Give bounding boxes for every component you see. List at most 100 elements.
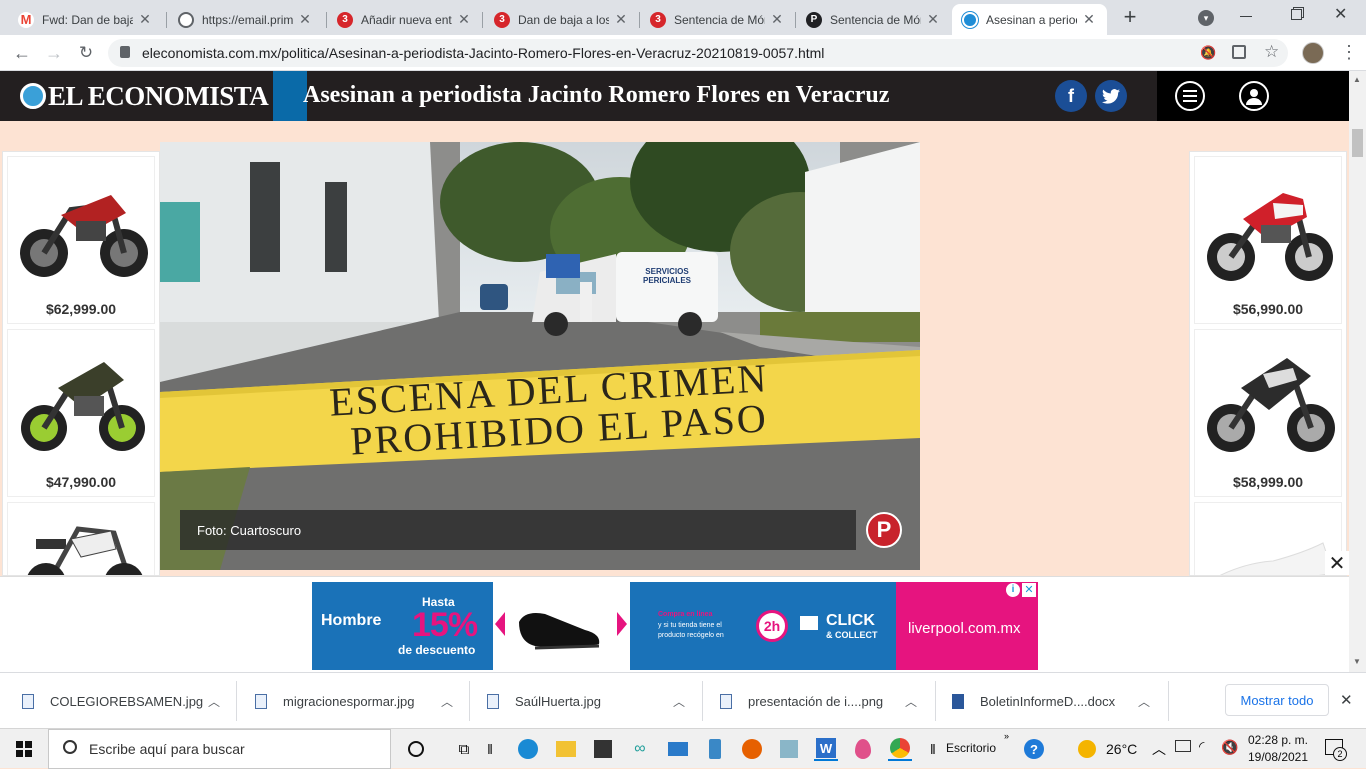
chevron-up-icon[interactable]: ︿ [441,693,453,710]
tab-gmail[interactable]: M Fwd: Dan de baja ✕ [8,4,163,35]
right-ad-column: $56,990.00 $58,999.00 [1189,151,1347,576]
minimize-icon[interactable] [1240,16,1252,17]
windows-start-icon[interactable] [12,737,36,761]
proceso-icon: 3 [494,11,510,28]
facebook-icon[interactable]: f [1055,80,1087,112]
close-tab-icon[interactable]: ✕ [613,11,629,28]
expand-toolbar-icon[interactable]: » [1004,731,1009,741]
menu-dots-icon[interactable]: ⋮ [1340,40,1358,64]
close-tab-icon[interactable]: ✕ [137,11,153,28]
store-icon [800,616,818,630]
ad-collect-label: & COLLECT [826,630,878,640]
download-item[interactable]: SaúlHuerta.jpg ︿ [487,681,701,721]
tab-search-icon[interactable]: ▾ [1198,10,1214,26]
cortana-icon[interactable] [404,737,428,761]
restore-icon[interactable] [1291,9,1302,20]
temperature-label[interactable]: 26°C [1106,741,1137,757]
close-downloads-icon[interactable]: ✕ [1340,691,1353,709]
back-icon[interactable]: ← [10,41,34,65]
address-bar[interactable]: eleconomista.com.mx/politica/Asesinan-a-… [108,39,1288,67]
close-tab-icon[interactable]: ✕ [1081,11,1097,28]
new-tab-button[interactable]: + [1118,6,1142,30]
close-tab-icon[interactable]: ✕ [769,11,785,28]
close-ad-icon[interactable]: ✕ [1325,551,1349,575]
forward-icon[interactable]: → [42,41,66,65]
ad-close-x-icon[interactable]: ✕ [1022,583,1036,597]
download-filename: COLEGIOREBSAMEN.jpg [50,693,204,709]
download-item[interactable]: COLEGIOREBSAMEN.jpg ︿ [22,681,236,721]
notes-app-icon[interactable] [777,737,801,761]
firefox-icon[interactable] [740,737,764,761]
phone-link-icon[interactable] [703,737,727,761]
liverpool-ad[interactable]: Hombre Hasta 15% de descuento Compra en … [312,582,1038,670]
file-explorer-icon[interactable] [554,737,578,761]
tab-sentencia-2[interactable]: P Sentencia de Món ✕ [796,4,951,35]
task-view-icon[interactable]: ⧉ [452,737,476,761]
user-account-icon[interactable] [1239,81,1269,111]
weather-sun-icon[interactable] [1075,737,1099,761]
download-item[interactable]: presentación de i....png ︿ [720,681,934,721]
reload-icon[interactable]: ↻ [74,41,98,65]
tab-email[interactable]: https://email.prim ✕ [168,4,323,35]
wifi-icon[interactable]: ◜ [1199,738,1204,755]
close-tab-icon[interactable]: ✕ [925,11,941,28]
droplet-app-icon[interactable] [851,737,875,761]
wps-writer-icon[interactable]: W [814,737,838,761]
notifications-blocked-icon[interactable]: 🔕 [1200,45,1216,61]
tray-chevron-icon[interactable]: ︿ [1152,739,1166,759]
tab-title: https://email.prim [202,12,293,27]
scroll-up-icon[interactable]: ▲ [1353,75,1361,84]
pinterest-share-icon[interactable]: P [866,512,902,548]
adchoices-icon[interactable]: i [1006,583,1020,597]
download-item[interactable]: BoletinInformeD....docx ︿ [952,681,1166,721]
download-item[interactable]: migracionespormar.jpg ︿ [255,681,469,721]
volume-muted-icon[interactable]: 🔇 [1221,739,1238,756]
ad-shoe-segment [493,582,630,670]
twitter-icon[interactable] [1095,80,1127,112]
infinity-app-icon[interactable]: ∞ [628,737,652,761]
ad-card[interactable]: $62,999.00 [7,156,155,324]
help-icon[interactable]: ? [1022,737,1046,761]
ad-prev-arrow-icon[interactable] [495,612,505,636]
clock-date[interactable]: 19/08/2021 [1244,750,1312,764]
qr-icon[interactable] [1232,45,1246,59]
battery-icon[interactable] [1175,740,1191,752]
close-window-icon[interactable]: ✕ [1334,4,1347,24]
chevron-up-icon[interactable]: ︿ [905,693,917,710]
tab-sentencia-1[interactable]: 3 Sentencia de Món ✕ [640,4,795,35]
bottom-ad-banner[interactable]: ✕ Hombre Hasta 15% de descuento Compra e… [0,551,1349,672]
image-file-icon [22,693,34,709]
bookmark-star-icon[interactable]: ☆ [1264,42,1279,62]
site-logo[interactable]: EL ECONOMISTA [20,81,269,111]
store-icon[interactable] [591,737,615,761]
chrome-icon[interactable] [888,737,912,761]
profile-avatar[interactable] [1302,42,1324,64]
ad-card[interactable] [1194,502,1342,575]
tab-asesinan[interactable]: Asesinan a period ✕ [952,4,1107,35]
page-scrollbar[interactable]: ▲ ▼ [1349,71,1366,672]
mail-icon[interactable] [666,737,690,761]
chevron-up-icon[interactable]: ︿ [1138,693,1150,710]
close-tab-icon[interactable]: ✕ [456,11,472,28]
ad-card[interactable]: $58,999.00 [1194,329,1342,497]
ad-card[interactable] [7,502,155,575]
tab-title: Fwd: Dan de baja [42,12,133,27]
clock-time[interactable]: 02:28 p. m. [1244,733,1312,747]
edge-icon[interactable] [516,737,540,761]
chevron-up-icon[interactable]: ︿ [673,693,685,710]
show-all-downloads-button[interactable]: Mostrar todo [1225,684,1329,716]
chevron-up-icon[interactable]: ︿ [208,693,220,710]
close-tab-icon[interactable]: ✕ [297,11,313,28]
ad-next-arrow-icon[interactable] [617,612,627,636]
taskbar-search-input[interactable]: Escribe aquí para buscar [48,729,391,769]
tab-dan-de-baja[interactable]: 3 Dan de baja a los ✕ [484,4,639,35]
ad-click-label: CLICK [826,612,875,629]
ad-card[interactable]: $56,990.00 [1194,156,1342,324]
tab-anadir[interactable]: 3 Añadir nueva ent ✕ [327,4,482,35]
desktop-toolbar-label[interactable]: Escritorio [946,741,996,755]
hamburger-menu-icon[interactable] [1175,81,1205,111]
left-ad-column: $62,999.00 $47,990.00 [2,151,160,576]
ad-card[interactable]: $47,990.00 [7,329,155,497]
scroll-down-icon[interactable]: ▼ [1353,657,1361,666]
scroll-thumb[interactable] [1352,129,1363,157]
